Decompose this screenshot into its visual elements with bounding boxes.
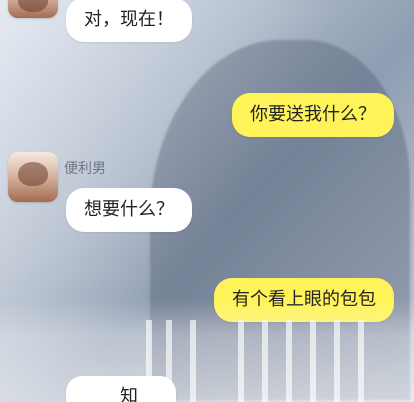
message-bubble-incoming[interactable]: 对，现在！ [66,0,192,42]
contact-avatar[interactable] [8,152,58,202]
message-bubble-outgoing[interactable]: 有个看上眼的包包 [214,278,394,322]
glitch-bar [262,320,268,402]
message-bubble-incoming-partial[interactable]: 知 [66,376,176,402]
glitch-bar [310,320,316,402]
message-text: 你要送我什么？ [250,104,376,125]
message-bubble-outgoing[interactable]: 你要送我什么？ [232,93,394,137]
message-text: 有个看上眼的包包 [232,289,376,310]
contact-name: 便利男 [64,161,106,177]
glitch-bar [286,320,292,402]
contact-avatar-top[interactable] [8,0,58,18]
glitch-bar [358,320,364,402]
message-text: 想要什么？ [84,199,174,220]
glitch-bar [166,320,172,402]
glitch-bar [334,320,340,402]
message-text: 对，现在！ [84,9,174,30]
message-text: 知 [120,386,138,402]
glitch-bar [238,320,244,402]
glitch-bar [146,320,152,402]
glitch-bar [190,320,196,402]
message-bubble-incoming[interactable]: 想要什么？ [66,188,192,232]
